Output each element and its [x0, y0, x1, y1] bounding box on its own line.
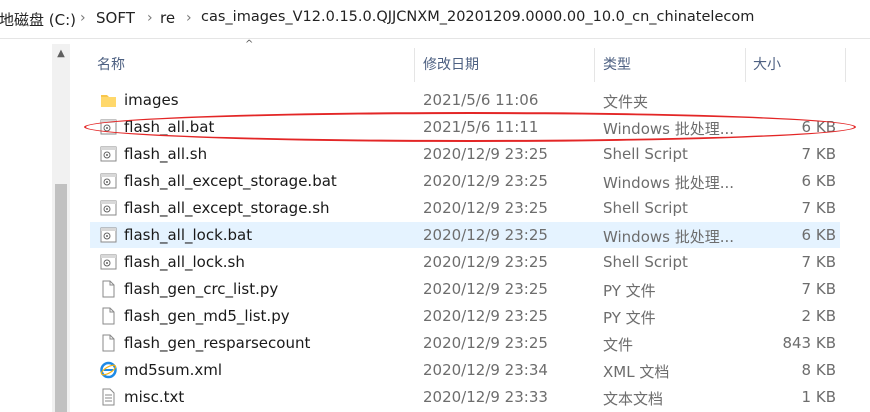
file-size: 6 KB — [801, 226, 836, 244]
sort-ascending-icon: ^ — [245, 39, 254, 50]
file-size: 7 KB — [801, 280, 836, 298]
file-date: 2020/12/9 23:33 — [423, 388, 548, 406]
breadcrumb-drive[interactable]: 本地磁盘 (C:) — [0, 9, 76, 30]
file-size: 843 KB — [782, 334, 836, 352]
column-divider[interactable] — [594, 48, 595, 82]
breadcrumb-current-folder[interactable]: cas_images_V12.0.15.0.QJJCNXM_20201209.0… — [201, 9, 754, 25]
file-type: Windows 批处理... — [603, 174, 735, 192]
file-type: PY 文件 — [603, 282, 656, 300]
file-row[interactable]: flash_gen_crc_list.py 2020/12/9 23:25 PY… — [90, 276, 840, 302]
gear-file-icon — [100, 145, 117, 163]
gear-file-icon — [100, 172, 117, 190]
ie-icon — [100, 361, 117, 379]
file-row[interactable]: md5sum.xml 2020/12/9 23:34 XML 文档 8 KB — [90, 357, 840, 383]
file-date: 2020/12/9 23:25 — [423, 280, 548, 298]
file-date: 2020/12/9 23:34 — [423, 361, 548, 379]
navigation-pane-edge — [0, 39, 83, 412]
scrollbar-thumb[interactable] — [55, 184, 67, 412]
file-row[interactable]: flash_gen_resparsecount 2020/12/9 23:25 … — [90, 330, 840, 356]
gear-file-icon — [100, 226, 117, 244]
file-size: 1 KB — [801, 388, 836, 406]
file-type: Shell Script — [603, 145, 688, 163]
column-header-type[interactable]: 类型 — [603, 54, 631, 74]
blank-file-icon — [100, 334, 117, 352]
breadcrumb-separator-icon[interactable]: › — [147, 10, 153, 26]
file-size: 7 KB — [801, 145, 836, 163]
file-name: flash_gen_resparsecount — [124, 334, 311, 352]
highlight-annotation-oval — [84, 112, 856, 142]
file-date: 2020/12/9 23:25 — [423, 172, 548, 190]
file-name: flash_gen_crc_list.py — [124, 280, 279, 298]
breadcrumb-soft[interactable]: SOFT — [96, 9, 135, 27]
file-size: 6 KB — [801, 172, 836, 190]
file-type: 文本文档 — [603, 390, 664, 408]
file-date: 2021/5/6 11:06 — [423, 91, 539, 109]
file-size: 7 KB — [801, 253, 836, 271]
file-date: 2020/12/9 23:25 — [423, 253, 548, 271]
file-row[interactable]: flash_all_except_storage.sh 2020/12/9 23… — [90, 195, 840, 221]
file-row[interactable]: flash_all_except_storage.bat 2020/12/9 2… — [90, 168, 840, 194]
file-date: 2020/12/9 23:25 — [423, 307, 548, 325]
file-row[interactable]: flash_all.sh 2020/12/9 23:25 Shell Scrip… — [90, 141, 840, 167]
file-name: flash_all_lock.sh — [124, 253, 245, 271]
file-size: 7 KB — [801, 199, 836, 217]
column-header-name[interactable]: 名称 — [97, 54, 125, 74]
file-name: flash_all.sh — [124, 145, 208, 163]
breadcrumb-separator-icon[interactable]: › — [80, 10, 86, 26]
scroll-up-arrow-icon[interactable]: ▲ — [52, 48, 70, 59]
breadcrumb-separator-icon[interactable]: › — [186, 10, 192, 26]
file-name: misc.txt — [124, 388, 185, 406]
file-name: flash_all_except_storage.bat — [124, 172, 337, 190]
blank-file-icon — [100, 280, 117, 298]
text-file-icon — [100, 388, 117, 406]
file-date: 2020/12/9 23:25 — [423, 199, 548, 217]
breadcrumb-re[interactable]: re — [160, 9, 175, 27]
file-date: 2020/12/9 23:25 — [423, 334, 548, 352]
file-type: XML 文档 — [603, 363, 670, 381]
column-divider[interactable] — [745, 48, 746, 82]
file-type: Windows 批处理... — [603, 228, 735, 246]
file-row[interactable]: misc.txt 2020/12/9 23:33 文本文档 1 KB — [90, 384, 840, 410]
column-header-date[interactable]: 修改日期 — [423, 54, 479, 74]
file-size: 8 KB — [801, 361, 836, 379]
file-name: md5sum.xml — [124, 361, 223, 379]
column-divider[interactable] — [845, 48, 846, 82]
file-row[interactable]: flash_all_lock.bat 2020/12/9 23:25 Windo… — [90, 222, 840, 248]
file-type: Shell Script — [603, 199, 688, 217]
file-row[interactable]: flash_all_lock.sh 2020/12/9 23:25 Shell … — [90, 249, 840, 275]
address-bar[interactable]: 本地磁盘 (C:) › SOFT › re › cas_images_V12.0… — [0, 0, 870, 39]
folder-icon — [100, 91, 117, 109]
column-header-row: ^ 名称 修改日期 类型 大小 — [83, 39, 846, 88]
file-date: 2020/12/9 23:25 — [423, 226, 548, 244]
file-name: flash_gen_md5_list.py — [124, 307, 290, 325]
blank-file-icon — [100, 307, 117, 325]
column-divider[interactable] — [414, 48, 415, 82]
vertical-scrollbar[interactable]: ▲ — [52, 44, 70, 412]
column-header-size[interactable]: 大小 — [753, 54, 781, 74]
file-type: 文件夹 — [603, 93, 649, 111]
file-name: images — [124, 91, 179, 109]
file-row[interactable]: flash_gen_md5_list.py 2020/12/9 23:25 PY… — [90, 303, 840, 329]
file-name: flash_all_lock.bat — [124, 226, 253, 244]
file-type: Shell Script — [603, 253, 688, 271]
gear-file-icon — [100, 199, 117, 217]
file-type: PY 文件 — [603, 309, 656, 327]
gear-file-icon — [100, 253, 117, 271]
file-name: flash_all_except_storage.sh — [124, 199, 330, 217]
file-date: 2020/12/9 23:25 — [423, 145, 548, 163]
file-size: 2 KB — [801, 307, 836, 325]
file-row[interactable]: images 2021/5/6 11:06 文件夹 — [90, 87, 840, 113]
file-type: 文件 — [603, 336, 634, 354]
